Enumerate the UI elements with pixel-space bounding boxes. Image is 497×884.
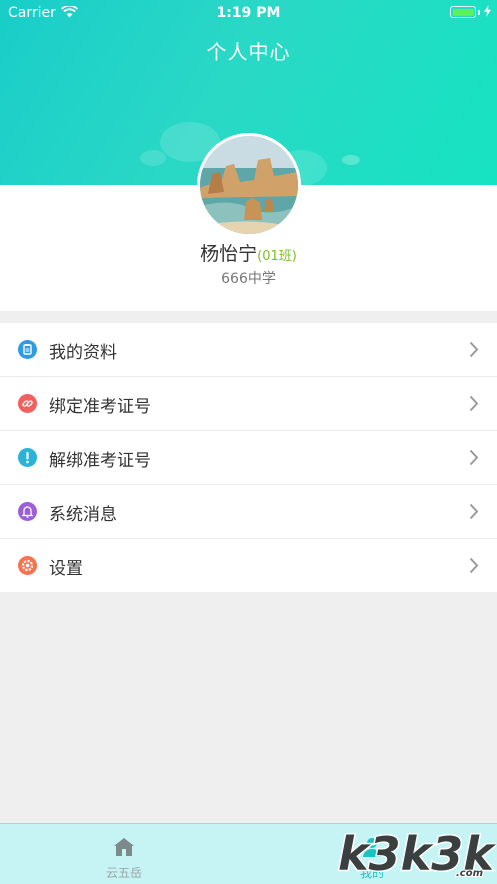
exclamation-icon — [18, 448, 37, 467]
charging-bolt-icon — [484, 5, 491, 21]
avatar[interactable] — [197, 133, 301, 237]
battery-icon — [450, 6, 476, 18]
home-icon — [112, 836, 136, 862]
link-icon — [18, 394, 37, 413]
menu-list: 我的资料 绑定准考证号 解绑准考证号 系统消息 设置 — [0, 323, 497, 592]
menu-item-label: 系统消息 — [49, 505, 117, 525]
school-name: 666中学 — [221, 271, 276, 287]
svg-text:.com: .com — [456, 868, 483, 879]
watermark-logo: k3k3k7 .com — [336, 826, 497, 884]
menu-item-label: 绑定准考证号 — [49, 397, 151, 417]
clock: 1:19 PM — [216, 5, 281, 21]
menu-item-label: 我的资料 — [49, 343, 117, 363]
chevron-right-icon — [469, 449, 479, 470]
page-title: 个人中心 — [206, 40, 291, 64]
decorative-bubble — [140, 150, 166, 166]
menu-item-unbind-exam-number[interactable]: 解绑准考证号 — [0, 431, 497, 485]
student-name: 杨怡宁 — [200, 243, 258, 265]
gear-icon — [18, 556, 37, 575]
chevron-right-icon — [469, 503, 479, 524]
menu-item-settings[interactable]: 设置 — [0, 539, 497, 592]
decorative-bubble — [342, 155, 360, 165]
menu-item-my-profile[interactable]: 我的资料 — [0, 323, 497, 377]
tab-home[interactable]: 云五岳 — [0, 824, 248, 884]
menu-item-bind-exam-number[interactable]: 绑定准考证号 — [0, 377, 497, 431]
tab-label: 云五岳 — [105, 866, 142, 880]
clipboard-icon — [18, 340, 37, 359]
class-tag: (01班) — [257, 249, 297, 264]
battery-fill — [452, 8, 474, 16]
menu-item-label: 解绑准考证号 — [49, 451, 151, 471]
battery-tip — [478, 10, 480, 15]
menu-item-system-messages[interactable]: 系统消息 — [0, 485, 497, 539]
status-bar: Carrier 1:19 PM — [0, 0, 497, 26]
bell-icon — [18, 502, 37, 521]
menu-item-label: 设置 — [49, 559, 83, 579]
chevron-right-icon — [469, 557, 479, 578]
chevron-right-icon — [469, 341, 479, 362]
profile-name-row: 杨怡宁(01班) — [0, 239, 497, 266]
chevron-right-icon — [469, 395, 479, 416]
